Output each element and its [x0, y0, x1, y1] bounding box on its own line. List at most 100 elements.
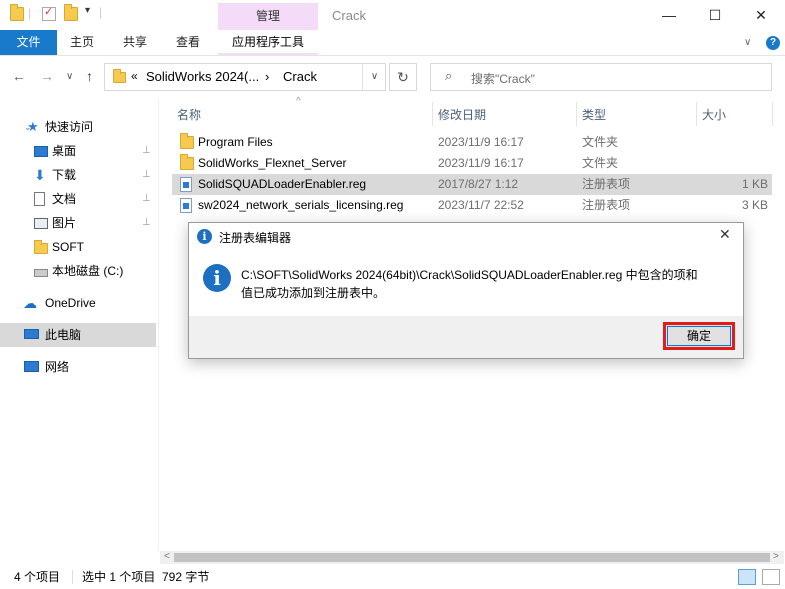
breadcrumb-separator[interactable]: ›: [265, 69, 269, 84]
file-date: 2017/8/27 1:12: [438, 177, 519, 191]
file-row[interactable]: SolidWorks_Flexnet_Server 2023/11/9 16:1…: [172, 153, 772, 174]
pictures-icon: [34, 218, 48, 229]
tab-application-tools[interactable]: 应用程序工具: [218, 30, 318, 55]
file-type: 文件夹: [582, 135, 619, 149]
tab-view[interactable]: 查看: [176, 30, 200, 55]
item-count: 4 个项目: [14, 570, 61, 584]
forward-icon[interactable]: →: [40, 68, 54, 84]
file-name: Program Files: [198, 135, 273, 149]
info-icon: i: [197, 229, 212, 244]
column-resize-handle[interactable]: [772, 102, 773, 126]
network-icon: [24, 361, 39, 372]
sidebar-item-label: 此电脑: [45, 328, 82, 342]
dialog-message-line: C:\SOFT\SolidWorks 2024(64bit)\Crack\Sol…: [241, 268, 698, 282]
sidebar-item-label: 图片: [52, 216, 77, 230]
address-bar[interactable]: « SolidWorks 2024(... › Crack: [104, 63, 386, 91]
dialog-body: i C:\SOFT\SolidWorks 2024(64bit)\Crack\S…: [189, 250, 743, 316]
file-name: SolidSQUADLoaderEnabler.reg: [198, 177, 367, 191]
refresh-button[interactable]: ↻: [389, 63, 417, 91]
sidebar-item-documents[interactable]: 文档 ⊥: [0, 187, 156, 211]
column-resize-handle[interactable]: [696, 102, 697, 126]
file-type: 文件夹: [582, 156, 619, 170]
sidebar-item-label: SOFT: [52, 240, 84, 254]
column-resize-handle[interactable]: [576, 102, 577, 126]
expand-ribbon-icon[interactable]: ∨: [744, 37, 751, 48]
manage-context-tab[interactable]: 管理: [218, 3, 318, 30]
tab-home[interactable]: 主页: [70, 30, 94, 55]
sidebar-item-quick-access[interactable]: ⌄ ★ 快速访问: [0, 115, 156, 139]
desktop-icon: [34, 146, 48, 157]
ribbon-tabs: [0, 30, 785, 55]
address-dropdown-icon[interactable]: ∨: [362, 64, 386, 90]
dialog-title: 注册表编辑器: [219, 231, 292, 245]
column-header-name[interactable]: 名称: [177, 104, 201, 126]
minimize-button[interactable]: —: [646, 0, 692, 30]
ok-button[interactable]: 确定: [663, 322, 735, 350]
document-icon: [34, 192, 45, 206]
sidebar-item-label: 文档: [52, 192, 77, 206]
sidebar-item-label: 本地磁盘 (C:): [52, 264, 124, 278]
scrollbar-thumb[interactable]: [174, 553, 770, 562]
drive-icon: [34, 269, 48, 277]
computer-icon: [24, 329, 39, 339]
sidebar-item-soft[interactable]: SOFT: [0, 235, 156, 259]
star-icon: ★: [27, 119, 39, 134]
tab-file[interactable]: 文件: [0, 30, 57, 55]
back-icon[interactable]: ←: [12, 68, 26, 84]
file-size: 1 KB: [741, 177, 768, 191]
search-placeholder: 搜索"Crack": [471, 72, 535, 86]
file-row-selected[interactable]: SolidSQUADLoaderEnabler.reg 2017/8/27 1:…: [172, 174, 772, 195]
file-date: 2023/11/7 22:52: [438, 198, 524, 212]
sidebar-item-label: 下载: [52, 168, 77, 182]
up-icon[interactable]: ↑: [86, 68, 93, 84]
window-title: Crack: [332, 8, 366, 23]
breadcrumb-parent[interactable]: SolidWorks 2024(...: [146, 69, 259, 84]
properties-icon[interactable]: ✓: [42, 6, 56, 21]
file-size: 3 KB: [741, 198, 768, 212]
column-header-date[interactable]: 修改日期: [438, 104, 486, 126]
close-button[interactable]: ✕: [738, 0, 784, 30]
sidebar-item-label: 网络: [45, 360, 70, 374]
sidebar-item-label: 快速访问: [45, 120, 94, 134]
sort-indicator-icon: ^: [296, 96, 301, 107]
file-type: 注册表项: [582, 198, 631, 212]
help-icon[interactable]: ?: [766, 36, 780, 50]
file-row[interactable]: sw2024_network_serials_licensing.reg 202…: [172, 195, 772, 216]
breadcrumb-overflow[interactable]: «: [131, 69, 138, 83]
sidebar-item-desktop[interactable]: 桌面 ⊥: [0, 139, 156, 163]
new-folder-icon[interactable]: [64, 4, 78, 21]
sidebar-item-this-pc[interactable]: 此电脑: [0, 323, 156, 347]
registry-file-icon: [180, 177, 192, 192]
customize-qat-icon[interactable]: ▾: [85, 5, 90, 16]
folder-icon: [180, 154, 194, 170]
column-resize-handle[interactable]: [432, 102, 433, 126]
file-row[interactable]: Program Files 2023/11/9 16:17 文件夹: [172, 132, 772, 153]
pin-icon: ⊥: [142, 193, 151, 204]
tab-share[interactable]: 共享: [123, 30, 147, 55]
large-icons-view-icon[interactable]: [762, 569, 780, 585]
recent-locations-icon[interactable]: ∨: [66, 71, 73, 82]
details-view-icon[interactable]: [738, 569, 756, 585]
scroll-left-icon[interactable]: <: [164, 551, 170, 562]
folder-icon: [180, 133, 194, 149]
sidebar-item-onedrive[interactable]: ☁ OneDrive: [0, 291, 156, 315]
sidebar-item-label: 桌面: [52, 144, 77, 158]
dialog-message: C:\SOFT\SolidWorks 2024(64bit)\Crack\Sol…: [241, 266, 731, 302]
breadcrumb-current[interactable]: Crack: [283, 69, 317, 84]
sidebar-item-pictures[interactable]: 图片 ⊥: [0, 211, 156, 235]
dialog-close-button[interactable]: ✕: [719, 226, 731, 243]
file-date: 2023/11/9 16:17: [438, 135, 524, 149]
sidebar-item-network[interactable]: 网络: [0, 355, 156, 379]
search-input[interactable]: ⌕ 搜索"Crack": [430, 63, 772, 91]
scroll-right-icon[interactable]: >: [773, 551, 779, 562]
information-icon: i: [203, 264, 231, 292]
download-icon: ⬇: [34, 167, 46, 183]
dialog-title-bar[interactable]: i 注册表编辑器 ✕: [189, 223, 743, 250]
column-header-size[interactable]: 大小: [702, 104, 726, 126]
sidebar-item-downloads[interactable]: ⬇ 下载 ⊥: [0, 163, 156, 187]
registry-file-icon: [180, 198, 192, 213]
sidebar-item-local-disk[interactable]: 本地磁盘 (C:): [0, 259, 156, 283]
sidebar-item-label: OneDrive: [45, 296, 96, 310]
maximize-button[interactable]: ☐: [692, 0, 738, 30]
column-header-type[interactable]: 类型: [582, 104, 606, 126]
